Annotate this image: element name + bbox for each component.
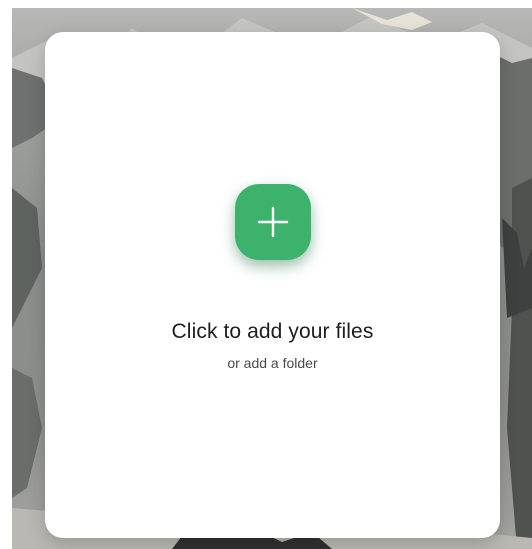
add-files-button[interactable]: [235, 184, 311, 260]
app-frame: Click to add your files or add a folder: [0, 0, 532, 549]
upload-title: Click to add your files: [171, 320, 374, 343]
add-folder-link[interactable]: or add a folder: [45, 355, 500, 371]
plus-icon: [257, 206, 289, 238]
upload-dropzone[interactable]: Click to add your files or add a folder: [45, 32, 500, 538]
